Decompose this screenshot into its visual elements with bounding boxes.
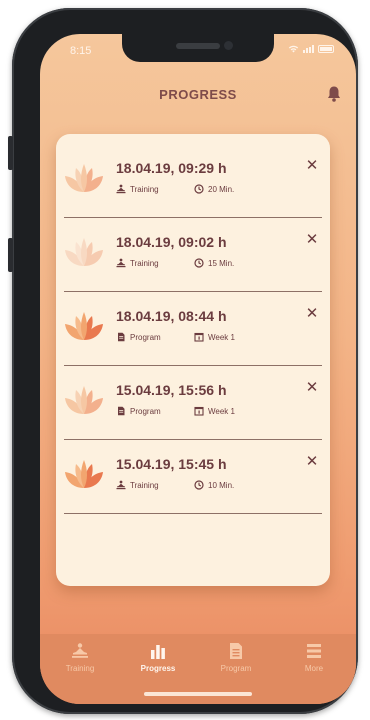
entry-detail: Week 1 xyxy=(194,406,235,416)
page-title: PROGRESS xyxy=(159,87,237,102)
entry-type-label: Program xyxy=(130,332,161,342)
entry-datetime: 18.04.19, 09:02 h xyxy=(116,234,227,250)
entry-type-label: Training xyxy=(130,184,159,194)
entry-detail-label: Week 1 xyxy=(208,332,235,342)
screen: 8:15 PROGRESS 18.04.19, 09:29 h Training 2… xyxy=(40,34,356,704)
close-icon[interactable]: ✕ xyxy=(304,232,320,248)
meditation-icon xyxy=(42,642,118,660)
entry-detail-label: 10 Min. xyxy=(208,480,235,490)
side-button xyxy=(8,136,13,170)
menu-icon xyxy=(276,642,352,660)
progress-entry[interactable]: 15.04.19, 15:45 h Training 10 Min. ✕ xyxy=(64,440,322,514)
home-indicator xyxy=(144,692,252,696)
clock-icon xyxy=(194,258,204,268)
bar-chart-icon xyxy=(120,642,196,660)
progress-list-card: 18.04.19, 09:29 h Training 20 Min. ✕ 18.04.1… xyxy=(56,134,330,586)
progress-entry[interactable]: 18.04.19, 09:02 h Training 15 Min. ✕ xyxy=(64,218,322,292)
entry-detail-label: Week 1 xyxy=(208,406,235,416)
document-icon xyxy=(116,406,126,416)
entry-type: Training xyxy=(116,184,159,194)
progress-entry[interactable]: 18.04.19, 09:29 h Training 20 Min. ✕ xyxy=(64,144,322,218)
document-icon xyxy=(116,332,126,342)
entry-type: Program xyxy=(116,332,161,342)
tab-label: More xyxy=(304,664,324,673)
speaker xyxy=(176,43,220,49)
lotus-icon xyxy=(64,458,104,492)
entry-datetime: 18.04.19, 08:44 h xyxy=(116,308,227,324)
bell-icon[interactable] xyxy=(326,85,342,103)
calendar-icon xyxy=(194,332,204,342)
entry-detail: Week 1 xyxy=(194,332,235,342)
close-icon[interactable]: ✕ xyxy=(304,306,320,322)
signal-icon xyxy=(303,45,314,53)
entry-datetime: 15.04.19, 15:56 h xyxy=(116,382,227,398)
lotus-icon xyxy=(64,236,104,270)
tab-program[interactable]: Program xyxy=(198,642,274,673)
clock-icon xyxy=(194,480,204,490)
entry-type-label: Training xyxy=(130,258,159,268)
progress-entry[interactable]: 15.04.19, 15:56 h Program Week 1 ✕ xyxy=(64,366,322,440)
lotus-icon xyxy=(64,310,104,344)
tab-bar: Training Progress Program More xyxy=(40,634,356,704)
tab-progress[interactable]: Progress xyxy=(120,642,196,673)
side-button xyxy=(8,238,13,272)
entry-type-label: Program xyxy=(130,406,161,416)
tab-label: Progress xyxy=(140,664,176,673)
tab-training[interactable]: Training xyxy=(42,642,118,673)
document-icon xyxy=(198,642,274,660)
progress-entry[interactable]: 18.04.19, 08:44 h Program Week 1 ✕ xyxy=(64,292,322,366)
entry-datetime: 18.04.19, 09:29 h xyxy=(116,160,227,176)
status-icons xyxy=(288,45,334,53)
clock-icon xyxy=(194,184,204,194)
lotus-icon xyxy=(64,384,104,418)
lotus-icon xyxy=(64,162,104,196)
entry-type: Training xyxy=(116,258,159,268)
entry-detail: 15 Min. xyxy=(194,258,234,268)
meditation-icon xyxy=(116,258,126,268)
tab-more[interactable]: More xyxy=(276,642,352,673)
close-icon[interactable]: ✕ xyxy=(304,158,320,174)
entry-type: Program xyxy=(116,406,161,416)
entry-type: Training xyxy=(116,480,159,490)
status-time: 8:15 xyxy=(70,45,92,57)
notch xyxy=(122,34,274,62)
entry-datetime: 15.04.19, 15:45 h xyxy=(116,456,227,472)
entry-detail: 10 Min. xyxy=(194,480,234,490)
meditation-icon xyxy=(116,184,126,194)
close-icon[interactable]: ✕ xyxy=(304,380,320,396)
wifi-icon xyxy=(288,45,299,53)
tab-label: Program xyxy=(220,664,252,673)
calendar-icon xyxy=(194,406,204,416)
entry-type-label: Training xyxy=(130,480,159,490)
entry-detail-label: 15 Min. xyxy=(208,258,235,268)
entry-detail-label: 20 Min. xyxy=(208,184,235,194)
battery-icon xyxy=(318,45,334,53)
entry-detail: 20 Min. xyxy=(194,184,234,194)
close-icon[interactable]: ✕ xyxy=(304,454,320,470)
camera xyxy=(224,41,233,50)
phone-frame: 8:15 PROGRESS 18.04.19, 09:29 h Training 2… xyxy=(8,8,358,714)
tab-label: Training xyxy=(65,664,95,673)
meditation-icon xyxy=(116,480,126,490)
